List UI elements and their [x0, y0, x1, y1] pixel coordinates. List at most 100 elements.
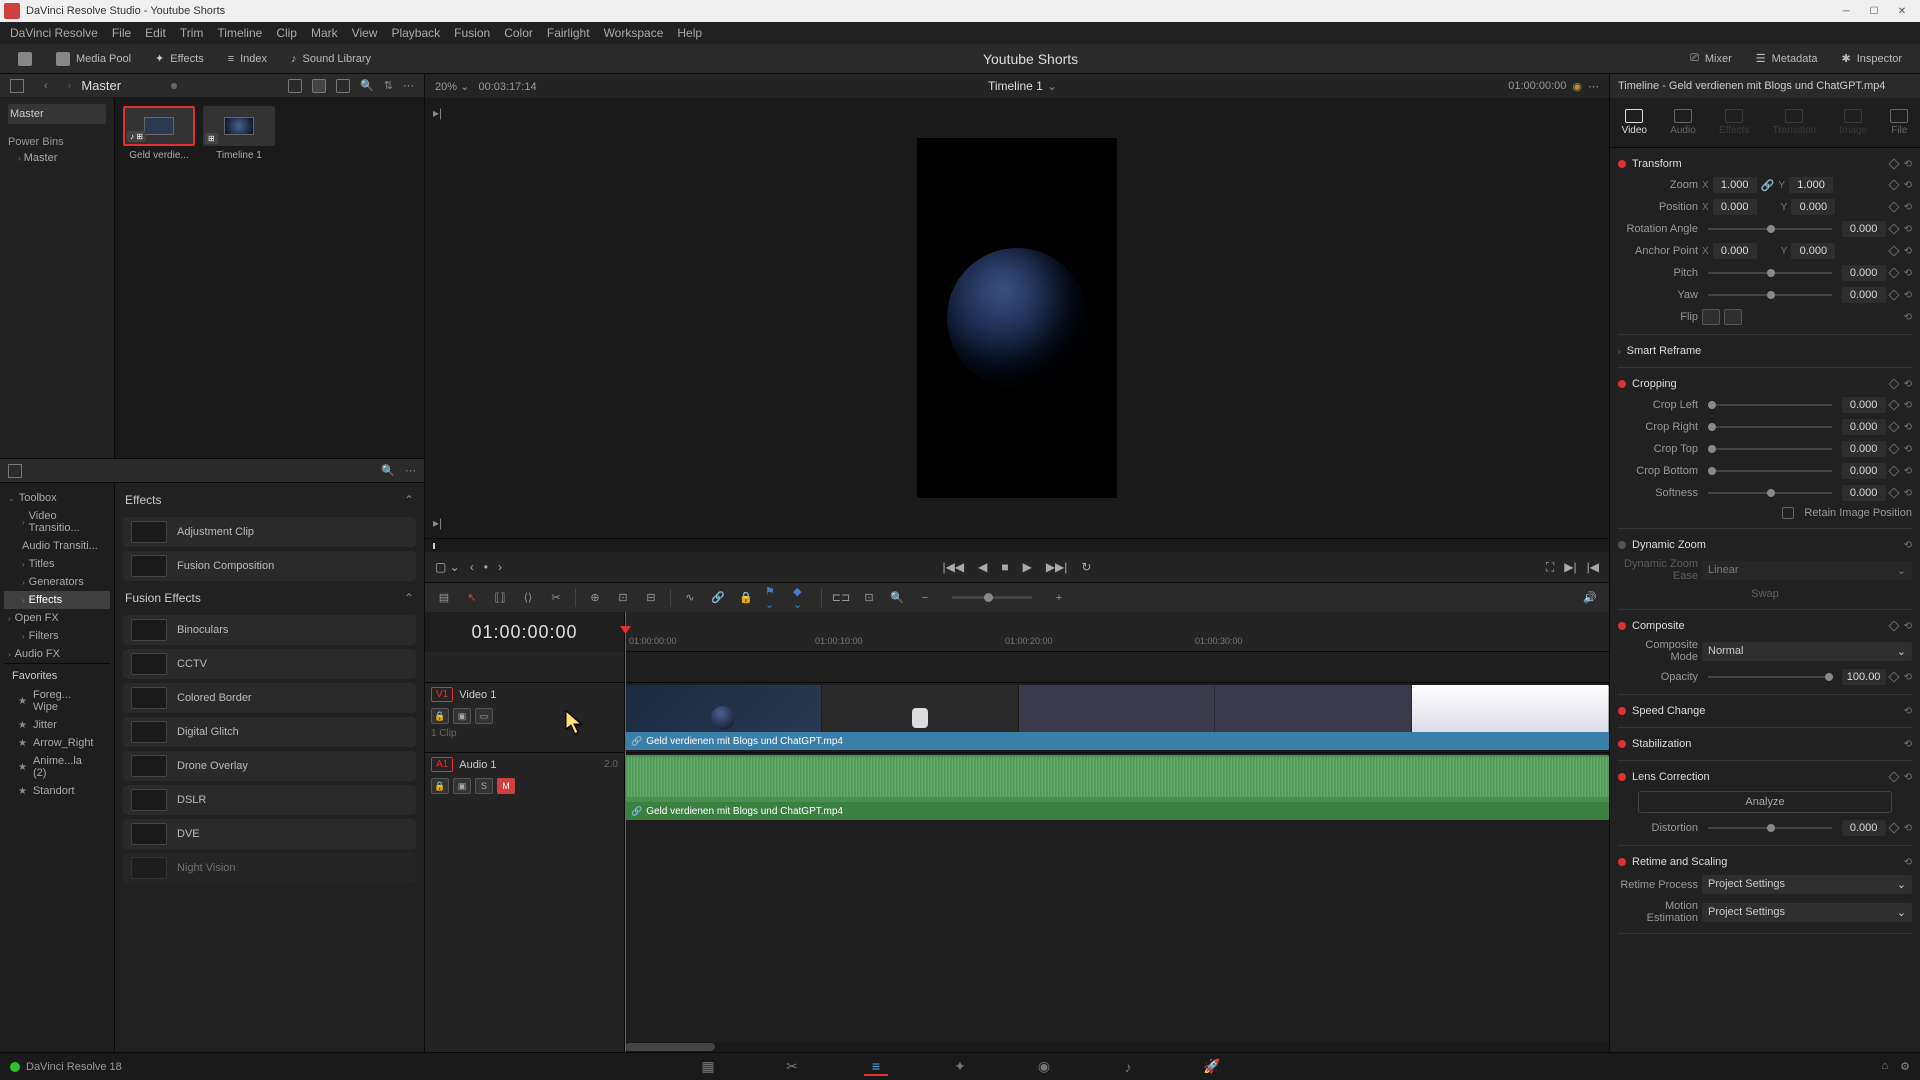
reset-icon[interactable]: ⟲	[1904, 672, 1912, 683]
prev-edit-icon[interactable]: ‹	[470, 560, 474, 574]
reset-icon[interactable]: ⟲	[1904, 159, 1912, 170]
opacity-slider[interactable]	[1708, 676, 1832, 678]
sort-icon[interactable]: ⇅	[384, 79, 393, 93]
selection-tool-icon[interactable]: ↖	[463, 589, 481, 607]
zoom-in-icon[interactable]: +	[1050, 589, 1068, 607]
crop-bottom-input[interactable]: 0.000	[1842, 463, 1886, 479]
zoom-fit-icon[interactable]: ⊡	[860, 589, 878, 607]
edit-nav-icon[interactable]: •	[484, 560, 488, 574]
bypass-icon[interactable]: ◉	[1572, 80, 1582, 93]
clip-item[interactable]: ⊞ Timeline 1	[203, 106, 275, 161]
reset-icon[interactable]: ⟲	[1904, 379, 1912, 390]
link-icon[interactable]: 🔗	[709, 589, 727, 607]
transform-header[interactable]: Transform⟲	[1618, 154, 1912, 174]
reset-icon[interactable]: ⟲	[1904, 706, 1912, 717]
loop-icon[interactable]: ↻	[1081, 560, 1091, 574]
anchor-y-input[interactable]: 0.000	[1791, 243, 1835, 259]
menu-item[interactable]: Playback	[391, 26, 440, 40]
zoom-detail-icon[interactable]: 🔍	[888, 589, 906, 607]
menu-item[interactable]: Mark	[311, 26, 338, 40]
timeline-view-icon[interactable]: ▤	[435, 589, 453, 607]
fairlight-page-icon[interactable]: ♪	[1116, 1058, 1140, 1076]
keyframe-icon[interactable]	[1888, 289, 1899, 300]
pos-y-input[interactable]: 0.000	[1791, 199, 1835, 215]
auto-select-icon[interactable]: ▣	[453, 778, 471, 794]
favorite-item[interactable]: ★Anime...la (2)	[12, 752, 102, 782]
reset-icon[interactable]: ⟲	[1904, 739, 1912, 750]
reset-icon[interactable]: ⟲	[1904, 772, 1912, 783]
keyframe-icon[interactable]	[1888, 223, 1899, 234]
match-frame-icon[interactable]: ▸|	[433, 106, 442, 120]
keyframe-icon[interactable]	[1888, 421, 1899, 432]
index-button[interactable]: ≡Index	[220, 49, 275, 69]
reset-icon[interactable]: ⟲	[1904, 268, 1912, 279]
speed-header[interactable]: Speed Change⟲	[1618, 701, 1912, 721]
softness-input[interactable]: 0.000	[1842, 485, 1886, 501]
reset-icon[interactable]: ⟲	[1904, 488, 1912, 499]
replace-icon[interactable]: ⊟	[642, 589, 660, 607]
blade-tool-icon[interactable]: ✂	[547, 589, 565, 607]
step-end-icon[interactable]: ▸|	[433, 516, 442, 530]
fx-tree-effects[interactable]: ›Effects	[4, 591, 110, 609]
crop-bottom-slider[interactable]	[1708, 470, 1832, 472]
fx-item[interactable]: Digital Glitch	[123, 717, 416, 747]
keyframe-icon[interactable]	[1888, 201, 1899, 212]
insert-icon[interactable]: ⊕	[586, 589, 604, 607]
reset-icon[interactable]: ⟲	[1904, 422, 1912, 433]
h-scrollbar[interactable]	[625, 1043, 715, 1051]
reset-icon[interactable]: ⟲	[1904, 180, 1912, 191]
menu-item[interactable]: Clip	[276, 26, 297, 40]
smart-reframe-header[interactable]: ›Smart Reframe	[1618, 341, 1912, 361]
fx-item[interactable]: Binoculars	[123, 615, 416, 645]
keyframe-icon[interactable]	[1888, 822, 1899, 833]
audio-track-header[interactable]: A1Audio 12.0 🔒 ▣ S M	[425, 752, 624, 822]
viewer-mode-icon[interactable]: ▢ ⌄	[435, 560, 460, 574]
menu-item[interactable]: Timeline	[217, 26, 262, 40]
fx-tree-titles[interactable]: ›Titles	[4, 555, 110, 573]
fullscreen-icon[interactable]: ⛶	[1546, 560, 1554, 575]
menu-item[interactable]: DaVinci Resolve	[10, 26, 98, 40]
fx-tree-filters[interactable]: ›Filters	[4, 627, 110, 645]
favorite-item[interactable]: ★Foreg... Wipe	[12, 686, 102, 716]
keyframe-icon[interactable]	[1888, 158, 1899, 169]
jump-end-icon[interactable]: ▶▶|	[1046, 560, 1068, 574]
yaw-slider[interactable]	[1708, 294, 1832, 296]
thumb-view-icon[interactable]	[288, 79, 302, 93]
trim-tool-icon[interactable]: ⟦⟧	[491, 589, 509, 607]
go-out-icon[interactable]: ▶|	[1564, 560, 1576, 575]
video-clip[interactable]: 🔗Geld verdienen mit Blogs und ChatGPT.mp…	[625, 685, 1609, 750]
stabilization-header[interactable]: Stabilization⟲	[1618, 734, 1912, 754]
fx-item[interactable]: Drone Overlay	[123, 751, 416, 781]
nav-back-icon[interactable]: ‹	[44, 80, 48, 92]
yaw-input[interactable]: 0.000	[1842, 287, 1886, 303]
favorite-item[interactable]: ★Arrow_Right	[12, 734, 102, 752]
keyframe-icon[interactable]	[1888, 771, 1899, 782]
fx-item[interactable]: DVE	[123, 819, 416, 849]
search-icon[interactable]: 🔍	[360, 79, 374, 93]
fx-item[interactable]: Adjustment Clip	[123, 517, 416, 547]
audio-track-lane[interactable]: 🔗Geld verdienen mit Blogs und ChatGPT.mp…	[625, 752, 1609, 822]
opacity-input[interactable]: 100.00	[1842, 669, 1886, 685]
deliver-page-icon[interactable]: 🚀	[1200, 1058, 1224, 1076]
video-track-lane[interactable]: 🔗Geld verdienen mit Blogs und ChatGPT.mp…	[625, 682, 1609, 752]
reset-icon[interactable]: ⟲	[1904, 857, 1912, 868]
fx-tree-generators[interactable]: ›Generators	[4, 573, 110, 591]
close-button[interactable]: ✕	[1896, 5, 1908, 17]
keyframe-icon[interactable]	[1888, 245, 1899, 256]
reset-icon[interactable]: ⟲	[1904, 224, 1912, 235]
timeline-name[interactable]: Timeline 1	[988, 79, 1043, 93]
keyframe-icon[interactable]	[1888, 399, 1899, 410]
pitch-slider[interactable]	[1708, 272, 1832, 274]
auto-select-icon[interactable]: ▣	[453, 708, 471, 724]
clip-item[interactable]: ♪ ⊞ Geld verdie...	[123, 106, 195, 161]
inspector-button[interactable]: ✱Inspector	[1834, 48, 1910, 69]
edit-page-icon[interactable]: ≡	[864, 1058, 888, 1076]
fx-view-icon[interactable]	[8, 464, 22, 478]
mixer-button[interactable]: ⎚Mixer	[1682, 48, 1740, 69]
effects-button[interactable]: ✦Effects	[147, 48, 212, 69]
crop-right-slider[interactable]	[1708, 426, 1832, 428]
analyze-button[interactable]: Analyze	[1638, 791, 1892, 813]
crop-top-input[interactable]: 0.000	[1842, 441, 1886, 457]
anchor-x-input[interactable]: 0.000	[1713, 243, 1757, 259]
video-track-header[interactable]: V1Video 1 🔒 ▣ ▭ 1 Clip	[425, 682, 624, 752]
